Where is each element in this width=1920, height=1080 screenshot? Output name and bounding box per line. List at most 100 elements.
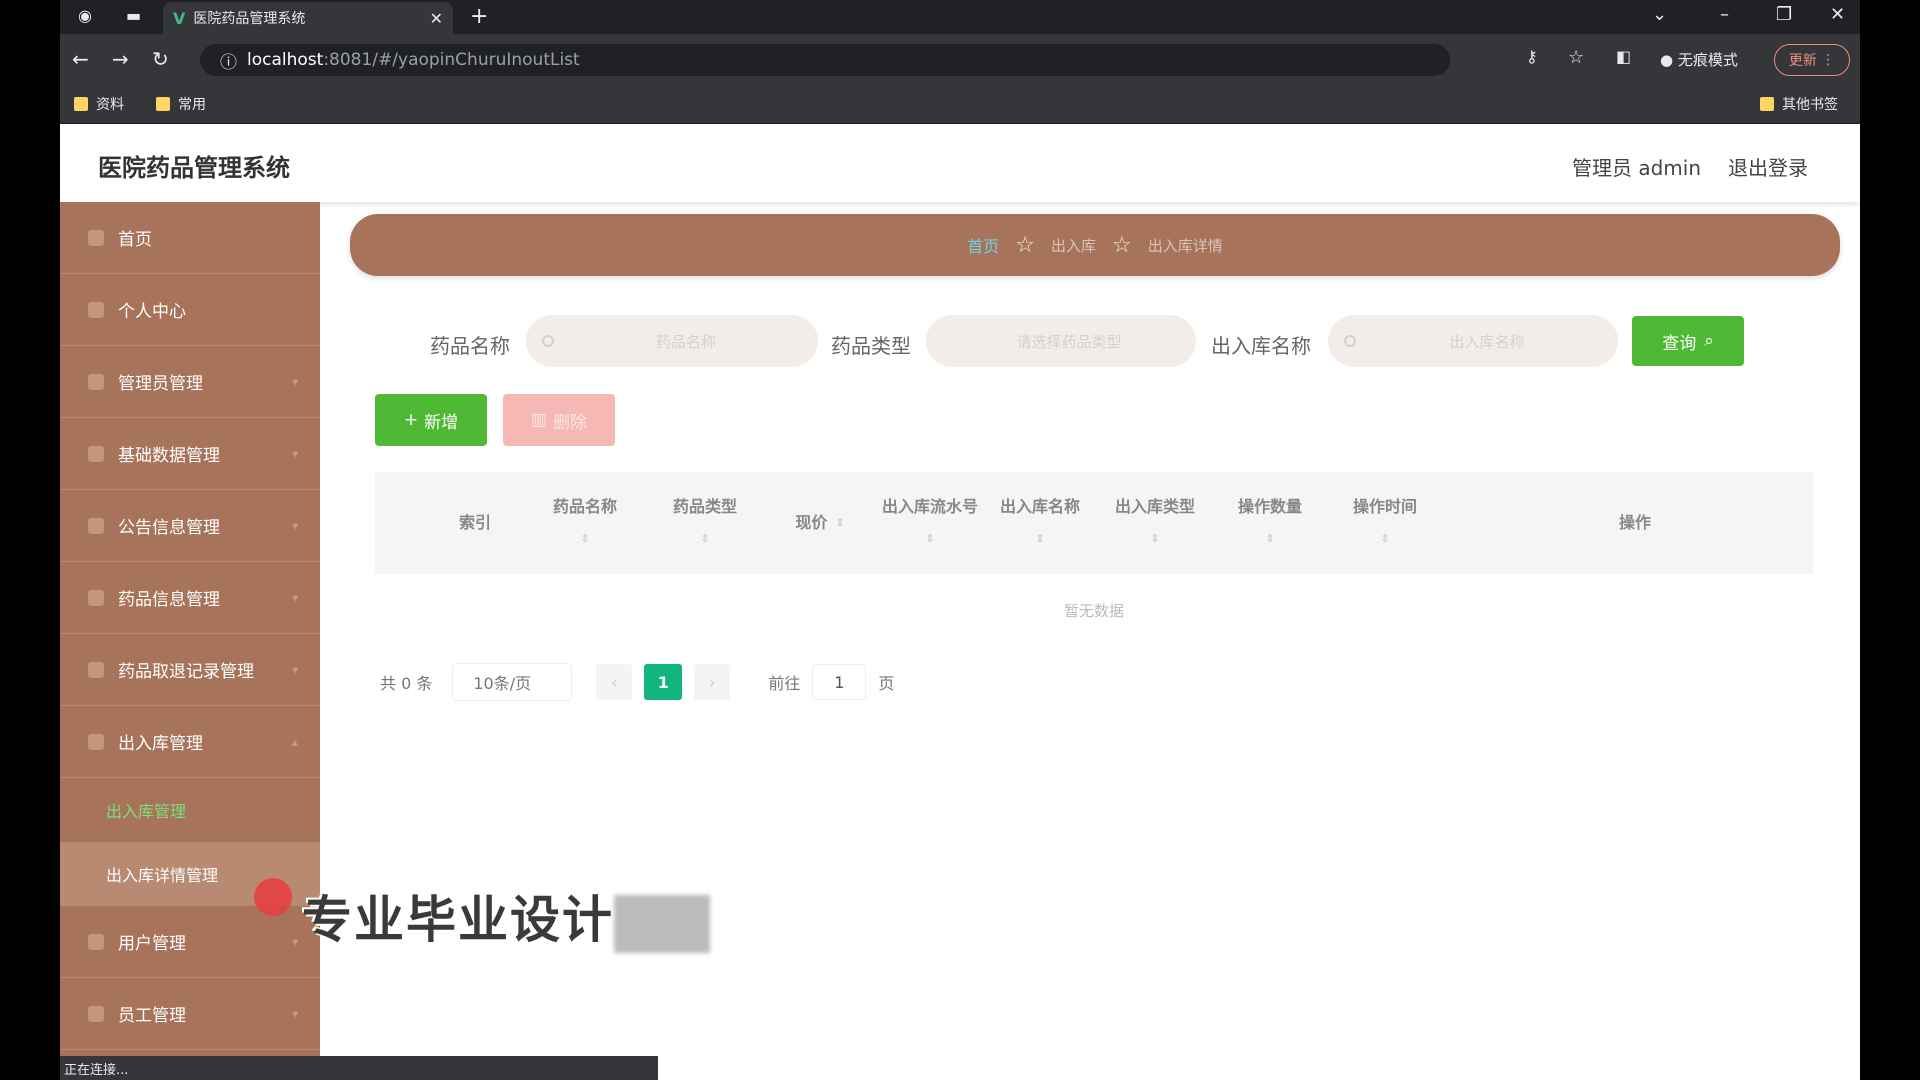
- sort-icon[interactable]: ⇕: [1265, 523, 1274, 555]
- reload-icon[interactable]: ↻: [152, 47, 169, 71]
- column-label: 药品类型: [672, 497, 737, 516]
- back-icon[interactable]: ←: [72, 47, 89, 71]
- column-label: 出入库类型: [1114, 497, 1195, 516]
- column-header-time[interactable]: 操作时间 ⇕: [1325, 472, 1445, 574]
- sidebar-item-users[interactable]: 用户管理 ▾: [60, 906, 320, 978]
- sidebar-item-label: 个人中心: [118, 302, 186, 322]
- add-button[interactable]: + 新增: [375, 394, 487, 446]
- drug-type-select[interactable]: 请选择药品类型: [926, 315, 1196, 367]
- pagination-total: 共 0 条: [380, 674, 433, 693]
- sidebar-item-label: 公告信息管理: [118, 518, 220, 538]
- tab-active[interactable]: V 医院药品管理系统 ✕: [163, 2, 453, 34]
- column-label: 操作: [1618, 513, 1651, 532]
- tab-search-icon[interactable]: ▬: [126, 6, 141, 25]
- incognito-icon: ●: [1660, 51, 1674, 69]
- close-window-icon[interactable]: ✕: [1830, 4, 1845, 25]
- delete-button[interactable]: ▥ 删除: [503, 394, 615, 446]
- sidebar-item-label: 用户管理: [118, 934, 186, 954]
- inout-name-input[interactable]: 出入库名称: [1328, 315, 1618, 367]
- blurred-region: [614, 894, 710, 953]
- sidebar-item-drug-records[interactable]: 药品取退记录管理 ▾: [60, 634, 320, 706]
- column-label: 出入库名称: [999, 497, 1080, 516]
- page-size-select[interactable]: 10条/页: [452, 663, 573, 701]
- folder-icon: [74, 97, 88, 111]
- column-header-price[interactable]: 现价 ⇕: [765, 472, 875, 574]
- folder-icon: [156, 97, 170, 111]
- tab-list-icon[interactable]: ⌄: [1652, 4, 1667, 25]
- query-button[interactable]: 查询 ⌕: [1632, 316, 1744, 366]
- sort-icon[interactable]: ⇕: [1150, 523, 1159, 555]
- new-tab-icon[interactable]: +: [470, 4, 488, 29]
- goto-label: 前往: [768, 674, 801, 693]
- bookmark-label: 常用: [178, 97, 206, 113]
- side-panel-icon[interactable]: ◧: [1616, 47, 1631, 66]
- app-title: 医院药品管理系统: [98, 154, 290, 182]
- sort-icon[interactable]: ⇕: [835, 507, 844, 539]
- sidebar-item-drugs[interactable]: 药品信息管理 ▾: [60, 562, 320, 634]
- sort-icon[interactable]: ⇕: [925, 523, 934, 555]
- breadcrumb-home[interactable]: 首页: [967, 233, 999, 257]
- next-page-button[interactable]: ›: [694, 664, 731, 700]
- column-label: 操作时间: [1352, 497, 1417, 516]
- chevron-down-icon: ▾: [291, 1006, 298, 1021]
- admin-user: 管理员 admin: [1572, 156, 1702, 180]
- sidebar-item-notices[interactable]: 公告信息管理 ▾: [60, 490, 320, 562]
- update-button[interactable]: 更新 ⋮: [1774, 44, 1850, 76]
- breadcrumb-level1: 出入库: [1050, 236, 1096, 255]
- database-icon: [88, 445, 104, 462]
- select-all-checkbox[interactable]: [395, 472, 425, 574]
- url-input[interactable]: ⓘ localhost :8081/#/yaopinChuruInoutList: [200, 44, 1450, 76]
- inout-name-label: 出入库名称: [1211, 334, 1311, 358]
- goto-page-input[interactable]: 1: [812, 664, 867, 700]
- bookmark-folder-0[interactable]: 资料: [74, 94, 124, 114]
- sort-icon[interactable]: ⇕: [580, 523, 589, 555]
- column-header-inout-name[interactable]: 出入库名称 ⇕: [985, 472, 1095, 574]
- other-bookmarks[interactable]: 其他书签: [1760, 94, 1838, 114]
- restore-icon[interactable]: ❐: [1776, 4, 1792, 25]
- key-icon[interactable]: ⚷: [1526, 47, 1538, 66]
- sidebar-item-basic-data[interactable]: 基础数据管理 ▾: [60, 418, 320, 490]
- sidebar-item-admins[interactable]: 管理员管理 ▾: [60, 346, 320, 418]
- sidebar-item-staff[interactable]: 员工管理 ▾: [60, 978, 320, 1050]
- bookmark-star-icon[interactable]: ☆: [1568, 47, 1584, 68]
- sort-icon[interactable]: ⇕: [700, 523, 709, 555]
- staff-icon: [88, 1005, 104, 1022]
- site-info-icon[interactable]: ⓘ: [220, 48, 237, 73]
- drug-name-label: 药品名称: [430, 334, 510, 358]
- pagination: 共 0 条 10条/页 ‹ 1 › 前往 1 页: [380, 660, 894, 704]
- home-icon: [88, 229, 104, 246]
- column-header-inout-type[interactable]: 出入库类型 ⇕: [1095, 472, 1215, 574]
- sidebar-item-profile[interactable]: 个人中心: [60, 274, 320, 346]
- sort-icon[interactable]: ⇕: [1035, 523, 1044, 555]
- drug-type-label: 药品类型: [831, 334, 911, 358]
- url-host: localhost: [247, 50, 324, 70]
- incognito-indicator[interactable]: ● 无痕模式: [1660, 49, 1738, 70]
- drug-name-input[interactable]: 药品名称: [526, 315, 818, 367]
- notice-icon: [88, 517, 104, 534]
- page-number-current[interactable]: 1: [644, 664, 683, 700]
- minimize-icon[interactable]: –: [1720, 4, 1729, 25]
- column-label: 操作数量: [1237, 497, 1302, 516]
- browser-menu-icon[interactable]: ◉: [78, 6, 92, 25]
- bookmark-folder-1[interactable]: 常用: [156, 94, 206, 114]
- vue-logo-icon: V: [173, 8, 186, 28]
- column-header-drug-name[interactable]: 药品名称 ⇕: [525, 472, 645, 574]
- prev-page-button[interactable]: ‹: [596, 664, 633, 700]
- sidebar-subitem-inout[interactable]: 出入库管理: [60, 778, 320, 842]
- sidebar-item-inout[interactable]: 出入库管理 ▴: [60, 706, 320, 778]
- sort-icon[interactable]: ⇕: [1380, 523, 1389, 555]
- app-header: 医院药品管理系统 管理员 admin 退出登录: [60, 124, 1860, 202]
- browser-status-bar: 正在连接...: [60, 1056, 658, 1080]
- close-tab-icon[interactable]: ✕: [430, 9, 443, 28]
- sidebar-item-home[interactable]: 首页: [60, 202, 320, 274]
- column-header-quantity[interactable]: 操作数量 ⇕: [1215, 472, 1325, 574]
- sidebar-subitem-label: 出入库管理: [106, 802, 187, 821]
- logout-link[interactable]: 退出登录: [1728, 152, 1808, 181]
- warehouse-icon: [88, 733, 104, 750]
- forward-icon[interactable]: →: [112, 47, 129, 71]
- delete-label: 删除: [553, 412, 588, 433]
- column-header-drug-type[interactable]: 药品类型 ⇕: [645, 472, 765, 574]
- column-header-serial[interactable]: 出入库流水号 ⇕: [875, 472, 985, 574]
- chevron-up-icon: ▴: [291, 734, 298, 749]
- chevron-down-icon: ▾: [291, 518, 298, 533]
